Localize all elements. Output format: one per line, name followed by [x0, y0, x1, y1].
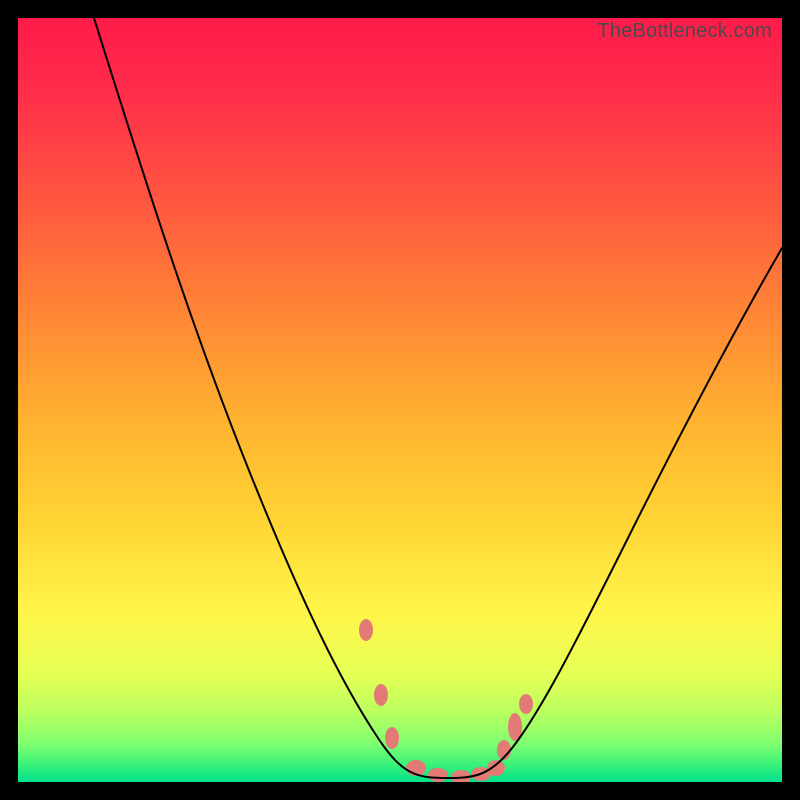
curve-layer	[18, 18, 782, 782]
outer-frame: TheBottleneck.com	[0, 0, 800, 800]
bottleneck-curve	[94, 18, 782, 778]
trough-markers	[359, 619, 533, 782]
plot-area: TheBottleneck.com	[18, 18, 782, 782]
